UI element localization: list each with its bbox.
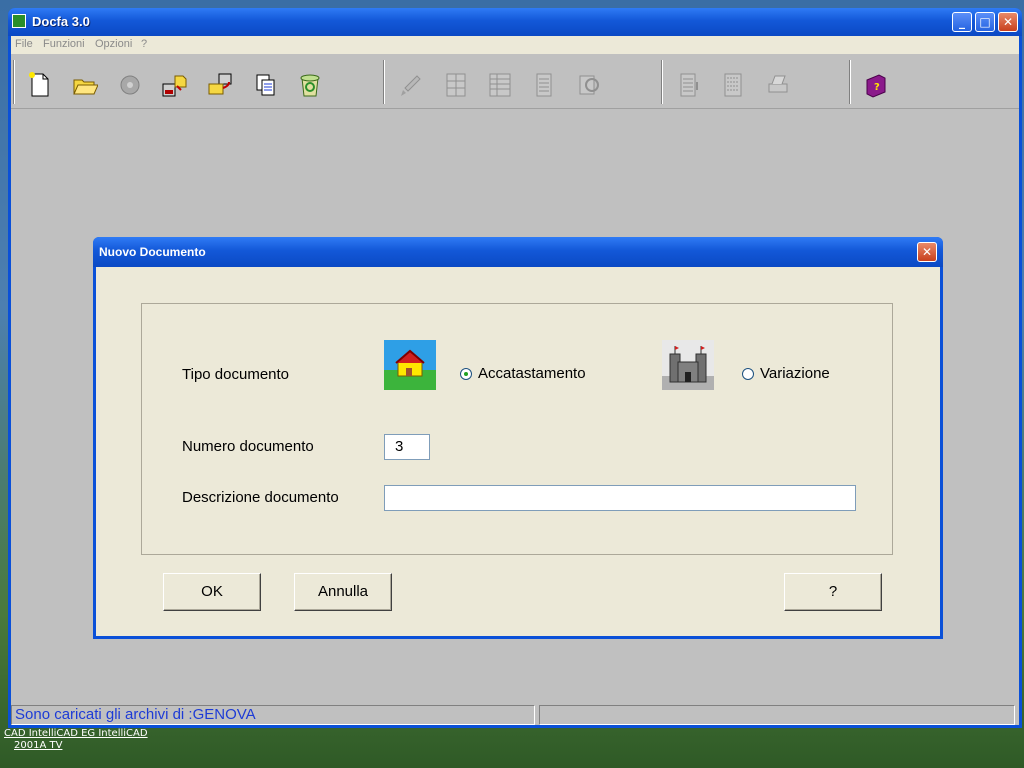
list-icon[interactable] — [531, 72, 557, 98]
tipo-documento-label: Tipo documento — [182, 366, 290, 383]
nuovo-documento-dialog: Nuovo Documento ✕ Tipo documento Accatas… — [93, 237, 943, 639]
app-icon — [12, 14, 26, 28]
help-button[interactable]: ? — [784, 573, 882, 611]
toolbar: ? — [11, 55, 1019, 109]
menu-opzioni[interactable]: Opzioni — [95, 38, 132, 50]
maximize-button[interactable]: □ — [975, 12, 995, 32]
toolbar-separator — [661, 60, 663, 104]
menu-funzioni[interactable]: Funzioni — [43, 38, 85, 50]
numero-documento-label: Numero documento — [182, 438, 314, 455]
menubar: File Funzioni Opzioni ? — [11, 36, 1019, 54]
close-button[interactable]: ✕ — [998, 12, 1018, 32]
status-pane-right — [539, 705, 1015, 725]
new-document-icon[interactable] — [27, 72, 53, 98]
menu-help[interactable]: ? — [141, 38, 147, 50]
svg-text:?: ? — [874, 82, 880, 93]
variazione-label[interactable]: Variazione — [760, 365, 830, 382]
statusbar: Sono caricati gli archivi di :GENOVA — [11, 703, 1019, 725]
desktop-shortcut-label-2[interactable]: 2001A TV — [14, 740, 62, 751]
print-preview-icon[interactable] — [576, 72, 602, 98]
toolbar-separator — [13, 60, 15, 104]
open-folder-icon[interactable] — [72, 72, 99, 98]
document-icon[interactable] — [721, 72, 747, 98]
castle-icon — [662, 340, 714, 390]
descrizione-documento-input[interactable] — [384, 485, 856, 511]
window-title: Docfa 3.0 — [32, 14, 90, 29]
dialog-title: Nuovo Documento — [99, 245, 206, 259]
minimize-button[interactable]: _ — [952, 12, 972, 32]
status-message: Sono caricati gli archivi di :GENOVA — [11, 705, 535, 725]
printer-icon[interactable] — [765, 72, 791, 98]
dialog-body: Tipo documento Accatastamento Variazione… — [96, 267, 940, 636]
descrizione-documento-label: Descrizione documento — [182, 489, 339, 506]
toolbar-separator — [383, 60, 385, 104]
numero-documento-input[interactable]: 3 — [384, 434, 430, 460]
toolbar-separator — [849, 60, 851, 104]
annulla-button[interactable]: Annulla — [294, 573, 392, 611]
dialog-close-button[interactable]: ✕ — [917, 242, 937, 262]
recycle-icon[interactable] — [297, 72, 323, 98]
accatastamento-radio[interactable] — [460, 368, 472, 380]
menu-file[interactable]: File — [15, 38, 33, 50]
house-icon — [384, 340, 436, 390]
variazione-radio[interactable] — [742, 368, 754, 380]
document-groupbox: Tipo documento Accatastamento Variazione… — [141, 303, 893, 555]
ok-button[interactable]: OK — [163, 573, 261, 611]
help-book-icon[interactable]: ? — [863, 72, 889, 98]
desktop-shortcut-label-1[interactable]: CAD IntelliCAD EG IntelliCAD — [4, 728, 148, 739]
grid-icon[interactable] — [443, 72, 469, 98]
disabled-gear-icon[interactable] — [117, 72, 143, 98]
dialog-titlebar[interactable]: Nuovo Documento ✕ — [93, 237, 943, 267]
brush-icon[interactable] — [397, 72, 423, 98]
table-icon[interactable] — [487, 72, 513, 98]
window-titlebar[interactable]: Docfa 3.0 _ □ ✕ — [8, 8, 1022, 36]
report-icon[interactable] — [677, 72, 703, 98]
export-icon[interactable] — [161, 72, 187, 98]
accatastamento-label[interactable]: Accatastamento — [478, 365, 586, 382]
copy-icon[interactable] — [253, 72, 279, 98]
transfer-icon[interactable] — [207, 72, 233, 98]
